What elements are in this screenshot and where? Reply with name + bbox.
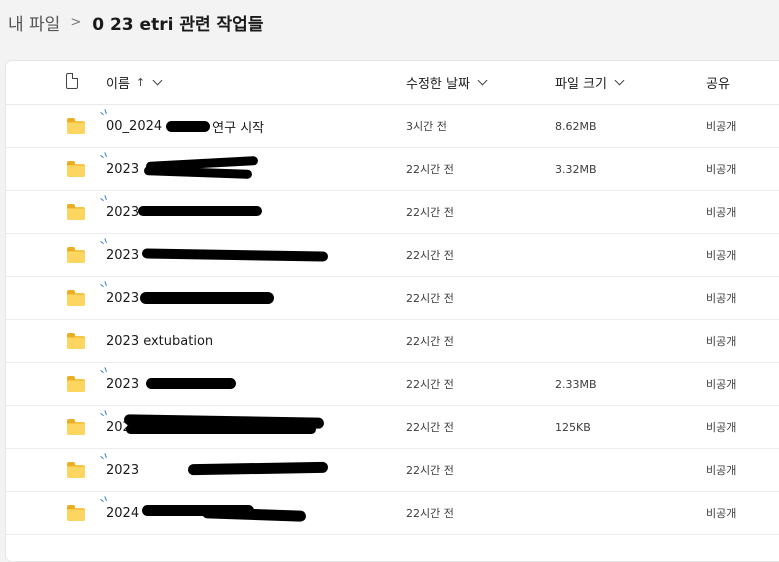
- file-name[interactable]: 2023: [106, 191, 139, 233]
- column-header-modified-label: 수정한 날짜: [406, 77, 470, 92]
- column-header-size[interactable]: 파일 크기: [555, 61, 625, 104]
- table-row[interactable]: 2023 extubation 22시간 전 비공개: [6, 320, 779, 363]
- column-header-sharing[interactable]: 공유: [706, 61, 730, 104]
- modified-cell: 3시간 전: [406, 120, 447, 133]
- chevron-down-icon: [614, 75, 625, 86]
- modified-cell: 22시간 전: [406, 249, 454, 262]
- folder-icon: [67, 204, 85, 220]
- modified-cell: 22시간 전: [406, 378, 454, 391]
- column-header-sharing-label: 공유: [706, 77, 730, 92]
- sharing-cell: 비공개: [706, 464, 737, 477]
- column-header-name-label: 이름: [106, 77, 130, 92]
- modified-cell: 22시간 전: [406, 292, 454, 305]
- column-header-modified[interactable]: 수정한 날짜: [406, 61, 488, 104]
- table-row[interactable]: 2023 22시간 전 비공개: [6, 449, 779, 492]
- breadcrumb: 내 파일 > 0 23 etri 관련 작업들: [8, 8, 263, 36]
- file-name-text: 2023: [106, 161, 140, 177]
- breadcrumb-separator-icon: >: [70, 14, 82, 30]
- sharing-cell: 비공개: [706, 163, 737, 176]
- table-row[interactable]: 2024 22시간 전 비공개: [6, 492, 779, 535]
- file-name-text: 2023: [106, 290, 140, 306]
- sharing-cell: 비공개: [706, 421, 737, 434]
- file-name[interactable]: 2023: [106, 449, 139, 491]
- redaction-mark: [143, 166, 253, 179]
- modified-cell: 22시간 전: [406, 464, 454, 477]
- redaction-mark: [126, 425, 316, 434]
- table-row[interactable]: 2023 22시간 전 2.33MB 비공개: [6, 363, 779, 406]
- file-name-text: 2023 extubation: [106, 333, 214, 349]
- redaction-mark: [141, 248, 329, 262]
- folder-icon: [67, 161, 85, 177]
- redaction-mark: [140, 292, 274, 304]
- size-cell: 125KB: [555, 420, 591, 434]
- table-row[interactable]: 2023 22시간 전 비공개: [6, 191, 779, 234]
- folder-icon: [67, 333, 85, 349]
- folder-icon: [67, 376, 85, 392]
- chevron-down-icon: [152, 75, 163, 86]
- folder-icon: [67, 247, 85, 263]
- file-list-panel: 이름 ↑ 수정한 날짜 파일 크기 공유 00_2024 연구 시작 3시간 전: [5, 60, 779, 562]
- column-header-size-label: 파일 크기: [555, 77, 607, 92]
- table-row[interactable]: 2023 22시간 전 비공개: [6, 234, 779, 277]
- sharing-cell: 비공개: [706, 335, 737, 348]
- redaction-mark: [201, 507, 307, 522]
- table-row[interactable]: 2023 22시간 전 125KB 비공개: [6, 406, 779, 449]
- modified-cell: 22시간 전: [406, 421, 454, 434]
- redaction-mark: [138, 206, 262, 216]
- file-name-text: 2023: [106, 204, 140, 220]
- folder-icon: [67, 419, 85, 435]
- column-header-name[interactable]: 이름 ↑: [106, 61, 163, 104]
- sharing-cell: 비공개: [706, 249, 737, 262]
- file-name[interactable]: 2023: [106, 148, 139, 190]
- file-name[interactable]: 2023 extubation: [106, 320, 213, 362]
- size-cell: 3.32MB: [555, 162, 597, 176]
- file-name[interactable]: 2024: [106, 492, 139, 534]
- redaction-mark: [187, 461, 329, 476]
- file-name-text: 2024: [106, 505, 140, 521]
- modified-cell: 22시간 전: [406, 335, 454, 348]
- folder-icon: [67, 290, 85, 306]
- table-row[interactable]: 00_2024 연구 시작 3시간 전 8.62MB 비공개: [6, 105, 779, 148]
- file-name[interactable]: 2023: [106, 234, 139, 276]
- file-name[interactable]: 2023: [106, 277, 139, 319]
- redaction-mark: [146, 378, 236, 389]
- folder-icon: [67, 118, 85, 134]
- sharing-cell: 비공개: [706, 206, 737, 219]
- folder-icon: [67, 505, 85, 521]
- size-cell: 2.33MB: [555, 377, 597, 391]
- file-name-text: 2023: [106, 247, 140, 263]
- modified-cell: 22시간 전: [406, 206, 454, 219]
- modified-cell: 22시간 전: [406, 163, 454, 176]
- file-name-tail: 연구 시작: [212, 120, 265, 136]
- sharing-cell: 비공개: [706, 292, 737, 305]
- sort-ascending-icon: ↑: [135, 76, 146, 89]
- file-name[interactable]: 2023: [106, 363, 139, 405]
- sharing-cell: 비공개: [706, 378, 737, 391]
- folder-icon: [67, 462, 85, 478]
- chevron-down-icon: [477, 75, 488, 86]
- breadcrumb-current-folder: 0 23 etri 관련 작업들: [92, 14, 264, 35]
- redaction-mark: [166, 121, 210, 132]
- breadcrumb-my-files[interactable]: 내 파일: [8, 10, 60, 35]
- file-rows: 00_2024 연구 시작 3시간 전 8.62MB 비공개 2023 22시간…: [6, 105, 779, 535]
- file-name-text: 00_2024: [106, 118, 163, 134]
- table-row[interactable]: 2023 22시간 전 3.32MB 비공개: [6, 148, 779, 191]
- file-list-header: 이름 ↑ 수정한 날짜 파일 크기 공유: [6, 61, 779, 105]
- modified-cell: 22시간 전: [406, 507, 454, 520]
- sharing-cell: 비공개: [706, 120, 737, 133]
- table-row[interactable]: 2023 22시간 전 비공개: [6, 277, 779, 320]
- document-icon[interactable]: [66, 72, 79, 89]
- size-cell: 8.62MB: [555, 119, 597, 133]
- file-name-text: 2023: [106, 462, 140, 478]
- file-name-text: 2023: [106, 376, 140, 392]
- sharing-cell: 비공개: [706, 507, 737, 520]
